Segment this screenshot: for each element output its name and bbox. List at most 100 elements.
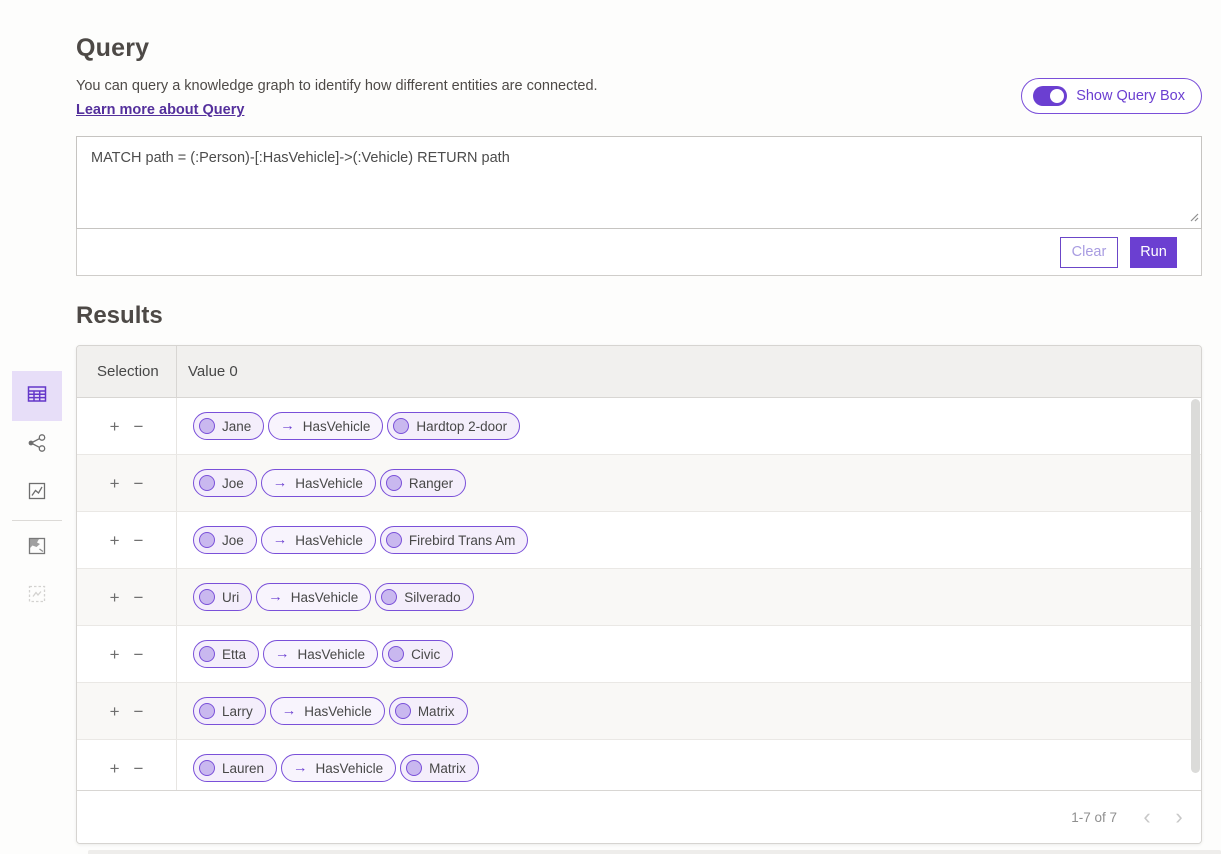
scrollbar-thumb[interactable] bbox=[1191, 399, 1200, 773]
table-row: + − Lauren → HasVehicle Matrix bbox=[77, 740, 1201, 790]
sidebar-item-table-view[interactable] bbox=[12, 371, 62, 421]
query-box: MATCH path = (:Person)-[:HasVehicle]->(:… bbox=[76, 136, 1202, 276]
add-to-selection-button[interactable]: + bbox=[110, 760, 120, 777]
pill-label: Jane bbox=[222, 419, 251, 434]
table-row: + − Larry → HasVehicle Matrix bbox=[77, 683, 1201, 740]
show-query-box-toggle[interactable]: Show Query Box bbox=[1021, 78, 1202, 114]
row-value-cell: Larry → HasVehicle Matrix bbox=[177, 683, 1201, 739]
row-selection-cell: + − bbox=[77, 569, 177, 625]
relationship-pill[interactable]: → HasVehicle bbox=[281, 754, 396, 782]
remove-from-selection-button[interactable]: − bbox=[134, 418, 144, 435]
sidebar-item-map-view[interactable] bbox=[12, 524, 62, 572]
entity-pill-source[interactable]: Joe bbox=[193, 526, 257, 554]
add-to-selection-button[interactable]: + bbox=[110, 475, 120, 492]
entity-node-icon bbox=[199, 418, 215, 434]
add-to-selection-button[interactable]: + bbox=[110, 589, 120, 606]
pill-label: HasVehicle bbox=[291, 590, 359, 605]
pill-label: Hardtop 2-door bbox=[416, 419, 507, 434]
entity-pill-source[interactable]: Jane bbox=[193, 412, 264, 440]
toggle-switch-icon[interactable] bbox=[1033, 86, 1067, 106]
remove-from-selection-button[interactable]: − bbox=[134, 589, 144, 606]
entity-node-icon bbox=[395, 703, 411, 719]
pill-label: Ranger bbox=[409, 476, 453, 491]
relationship-pill[interactable]: → HasVehicle bbox=[261, 469, 376, 497]
add-to-selection-button[interactable]: + bbox=[110, 646, 120, 663]
entity-pill-source[interactable]: Etta bbox=[193, 640, 259, 668]
entity-pill-target[interactable]: Matrix bbox=[400, 754, 479, 782]
relationship-pill[interactable]: → HasVehicle bbox=[256, 583, 371, 611]
entity-pill-source[interactable]: Lauren bbox=[193, 754, 277, 782]
learn-more-link[interactable]: Learn more about Query bbox=[76, 102, 244, 118]
row-value-cell: Etta → HasVehicle Civic bbox=[177, 626, 1201, 682]
link-chart-icon bbox=[26, 432, 48, 459]
arrow-right-icon: → bbox=[273, 476, 288, 491]
remove-from-selection-button[interactable]: − bbox=[134, 703, 144, 720]
page-bottom-divider bbox=[88, 850, 1221, 854]
relationship-pill[interactable]: → HasVehicle bbox=[270, 697, 385, 725]
row-value-cell: Joe → HasVehicle Firebird Trans Am bbox=[177, 512, 1201, 568]
row-selection-cell: + − bbox=[77, 626, 177, 682]
entity-node-icon bbox=[199, 646, 215, 662]
relationship-pill[interactable]: → HasVehicle bbox=[261, 526, 376, 554]
column-header-selection: Selection bbox=[77, 346, 177, 397]
new-view-icon bbox=[27, 584, 47, 609]
remove-from-selection-button[interactable]: − bbox=[134, 532, 144, 549]
relationship-pill[interactable]: → HasVehicle bbox=[268, 412, 383, 440]
row-value-cell: Joe → HasVehicle Ranger bbox=[177, 455, 1201, 511]
entity-node-icon bbox=[388, 646, 404, 662]
entity-node-icon bbox=[406, 760, 422, 776]
pill-label: Lauren bbox=[222, 761, 264, 776]
entity-node-icon bbox=[381, 589, 397, 605]
entity-node-icon bbox=[199, 760, 215, 776]
entity-node-icon bbox=[199, 532, 215, 548]
pagination-prev-button[interactable]: ‹ bbox=[1131, 805, 1163, 829]
remove-from-selection-button[interactable]: − bbox=[134, 646, 144, 663]
arrow-right-icon: → bbox=[273, 533, 288, 548]
run-button[interactable]: Run bbox=[1130, 237, 1177, 268]
entity-pill-target[interactable]: Civic bbox=[382, 640, 453, 668]
remove-from-selection-button[interactable]: − bbox=[134, 475, 144, 492]
pill-label: HasVehicle bbox=[316, 761, 384, 776]
view-sidebar bbox=[12, 371, 62, 620]
pill-label: Matrix bbox=[429, 761, 466, 776]
relationship-pill[interactable]: → HasVehicle bbox=[263, 640, 378, 668]
entity-pill-source[interactable]: Joe bbox=[193, 469, 257, 497]
entity-pill-source[interactable]: Larry bbox=[193, 697, 266, 725]
toggle-label: Show Query Box bbox=[1076, 88, 1185, 104]
page-description: You can query a knowledge graph to ident… bbox=[76, 78, 598, 94]
pill-label: Matrix bbox=[418, 704, 455, 719]
sidebar-item-chart-view[interactable] bbox=[12, 469, 62, 517]
entity-pill-target[interactable]: Matrix bbox=[389, 697, 468, 725]
entity-pill-target[interactable]: Ranger bbox=[380, 469, 466, 497]
query-input[interactable]: MATCH path = (:Person)-[:HasVehicle]->(:… bbox=[76, 136, 1202, 229]
table-row: + − Jane → HasVehicle Hardtop 2-door bbox=[77, 398, 1201, 455]
add-to-selection-button[interactable]: + bbox=[110, 532, 120, 549]
entity-pill-target[interactable]: Firebird Trans Am bbox=[380, 526, 529, 554]
sidebar-item-link-chart-view[interactable] bbox=[12, 421, 62, 469]
entity-pill-source[interactable]: Uri bbox=[193, 583, 252, 611]
entity-pill-target[interactable]: Hardtop 2-door bbox=[387, 412, 520, 440]
toggle-knob bbox=[1050, 89, 1064, 103]
map-icon bbox=[27, 536, 47, 561]
row-selection-cell: + − bbox=[77, 455, 177, 511]
row-selection-cell: + − bbox=[77, 740, 177, 790]
arrow-right-icon: → bbox=[275, 647, 290, 662]
table-row: + − Etta → HasVehicle Civic bbox=[77, 626, 1201, 683]
pill-label: Larry bbox=[222, 704, 253, 719]
clear-button[interactable]: Clear bbox=[1060, 237, 1118, 268]
table-row: + − Joe → HasVehicle Firebird Trans Am bbox=[77, 512, 1201, 569]
add-to-selection-button[interactable]: + bbox=[110, 418, 120, 435]
arrow-right-icon: → bbox=[282, 704, 297, 719]
pill-label: Joe bbox=[222, 533, 244, 548]
pill-label: Firebird Trans Am bbox=[409, 533, 516, 548]
pagination-next-button[interactable]: › bbox=[1163, 805, 1195, 829]
row-selection-cell: + − bbox=[77, 683, 177, 739]
table-header: Selection Value 0 bbox=[77, 346, 1201, 398]
add-to-selection-button[interactable]: + bbox=[110, 703, 120, 720]
sidebar-item-new-view[interactable] bbox=[12, 572, 62, 620]
pill-label: Joe bbox=[222, 476, 244, 491]
entity-node-icon bbox=[393, 418, 409, 434]
entity-node-icon bbox=[386, 475, 402, 491]
remove-from-selection-button[interactable]: − bbox=[134, 760, 144, 777]
entity-pill-target[interactable]: Silverado bbox=[375, 583, 473, 611]
